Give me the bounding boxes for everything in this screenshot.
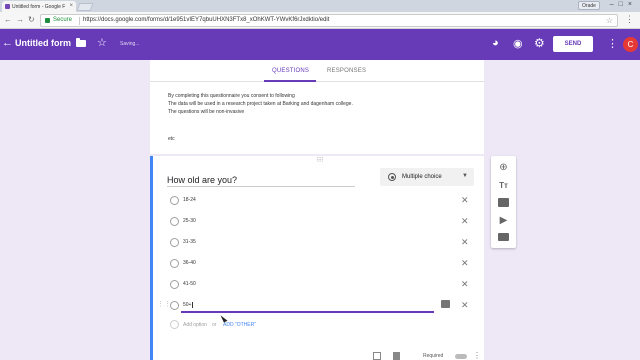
close-icon[interactable]: ✕	[461, 195, 469, 206]
close-icon[interactable]: ✕	[461, 258, 469, 269]
option-input[interactable]: 50+	[183, 302, 191, 308]
address-bar-row: ← → ↻ Secure https://docs.google.com/for…	[0, 12, 640, 29]
avatar[interactable]: C	[623, 37, 638, 52]
list-item[interactable]: 25-30 ✕	[170, 216, 470, 228]
form-title[interactable]: Untitled form	[15, 38, 71, 48]
add-section-icon[interactable]	[498, 233, 509, 241]
side-toolbar: ⊕ Tт ▶	[491, 156, 516, 248]
browser-tab-strip: Untitled form - Google F × Orade –□×	[0, 0, 640, 12]
list-item[interactable]: 41-50 ✕	[170, 279, 470, 291]
bookmark-star-icon[interactable]: ☆	[606, 16, 613, 25]
settings-gear-icon[interactable]: ⚙	[534, 36, 545, 50]
url-text: https://docs.google.com/forms/d/1e951vIE…	[83, 17, 330, 23]
text-cursor	[192, 302, 193, 308]
url-divider	[79, 17, 80, 25]
trash-icon[interactable]	[393, 352, 400, 360]
forms-favicon-icon	[5, 4, 10, 9]
send-button[interactable]: SEND	[553, 36, 593, 52]
option-label[interactable]: 31-35	[183, 239, 196, 245]
reload-icon[interactable]: ↻	[28, 15, 35, 24]
active-tab-indicator	[264, 80, 316, 82]
add-video-icon[interactable]: ▶	[498, 215, 509, 226]
radio-button-icon	[388, 173, 396, 181]
palette-icon[interactable]: ◕	[492, 37, 499, 49]
close-icon[interactable]: ✕	[461, 279, 469, 290]
folder-icon[interactable]	[76, 38, 86, 47]
description-line: By completing this questionnaire you con…	[168, 93, 295, 99]
option-label[interactable]: 25-30	[183, 218, 196, 224]
close-icon[interactable]: ✕	[461, 300, 469, 311]
form-description-card: QUESTIONS RESPONSES By completing this q…	[150, 60, 484, 154]
add-question-icon[interactable]: ⊕	[498, 162, 509, 173]
radio-icon	[170, 301, 179, 310]
list-item[interactable]: 31-35 ✕	[170, 237, 470, 249]
active-input-underline	[181, 311, 434, 313]
required-toggle[interactable]	[455, 354, 467, 359]
browser-menu-icon[interactable]: ⋮	[625, 14, 634, 25]
more-options-icon[interactable]: ⋮	[607, 37, 618, 50]
image-icon[interactable]	[441, 300, 450, 308]
new-tab-button[interactable]	[76, 3, 94, 11]
question-type-label: Multiple choice	[402, 174, 442, 180]
radio-icon	[170, 259, 179, 268]
add-option-link[interactable]: Add option	[183, 322, 207, 328]
or-label: or	[212, 322, 217, 328]
preview-eye-icon[interactable]: ◉	[513, 37, 523, 50]
browser-tab-title: Untitled form - Google F	[12, 4, 66, 10]
browser-profile-button[interactable]: Orade	[578, 1, 600, 10]
tab-responses[interactable]: RESPONSES	[327, 68, 366, 74]
description-line: The data will be used in a research proj…	[168, 101, 353, 107]
saving-status: Saving...	[120, 41, 140, 47]
question-title[interactable]: How old are you?	[167, 175, 237, 185]
list-item[interactable]: 36-40 ✕	[170, 258, 470, 270]
duplicate-icon[interactable]	[373, 352, 381, 360]
add-other-link[interactable]: ADD "OTHER"	[223, 322, 256, 328]
back-arrow-icon[interactable]: ←	[4, 15, 12, 24]
close-tab-icon[interactable]: ×	[69, 3, 73, 9]
radio-icon	[170, 217, 179, 226]
radio-icon	[170, 238, 179, 247]
chevron-down-icon: ▼	[462, 173, 468, 179]
add-title-icon[interactable]: Tт	[498, 180, 509, 191]
add-image-icon[interactable]	[498, 198, 509, 207]
question-type-dropdown[interactable]: Multiple choice ▼	[380, 168, 474, 186]
close-icon[interactable]: ✕	[461, 237, 469, 248]
star-icon[interactable]: ☆	[97, 36, 107, 49]
description-line: etc	[168, 136, 175, 142]
lock-icon	[45, 18, 50, 23]
tab-questions[interactable]: QUESTIONS	[272, 68, 309, 74]
forms-header: ← Untitled form ☆ Saving... ◕ ◉ ⚙ SEND ⋮	[0, 29, 640, 60]
option-label[interactable]: 18-24	[183, 197, 196, 203]
radio-icon	[170, 280, 179, 289]
more-options-icon[interactable]: ⋮	[473, 351, 481, 360]
browser-tab[interactable]: Untitled form - Google F ×	[2, 1, 76, 12]
back-arrow-icon[interactable]: ←	[2, 37, 13, 49]
form-tabs: QUESTIONS RESPONSES	[150, 60, 484, 82]
list-item[interactable]: 18-24 ✕	[170, 195, 470, 207]
forward-arrow-icon[interactable]: →	[16, 15, 24, 24]
secure-label: Secure	[53, 17, 73, 23]
option-label[interactable]: 41-50	[183, 281, 196, 287]
url-input[interactable]: Secure https://docs.google.com/forms/d/1…	[40, 14, 618, 27]
description-line: The questions will be non-invasive	[168, 109, 245, 115]
drag-handle-icon[interactable]: ⋮⋮	[157, 300, 171, 308]
window-controls[interactable]: –□×	[610, 1, 637, 8]
question-card[interactable]: ⠿⠿ How old are you? Multiple choice ▼ 18…	[150, 156, 484, 360]
option-label[interactable]: 36-40	[183, 260, 196, 266]
radio-icon	[170, 320, 179, 329]
required-label: Required	[423, 353, 444, 359]
form-description[interactable]: By completing this questionnaire you con…	[168, 92, 353, 116]
drag-handle-icon[interactable]: ⠿⠿	[316, 157, 324, 164]
radio-icon	[170, 196, 179, 205]
close-icon[interactable]: ✕	[461, 216, 469, 227]
question-title-underline	[167, 186, 355, 187]
